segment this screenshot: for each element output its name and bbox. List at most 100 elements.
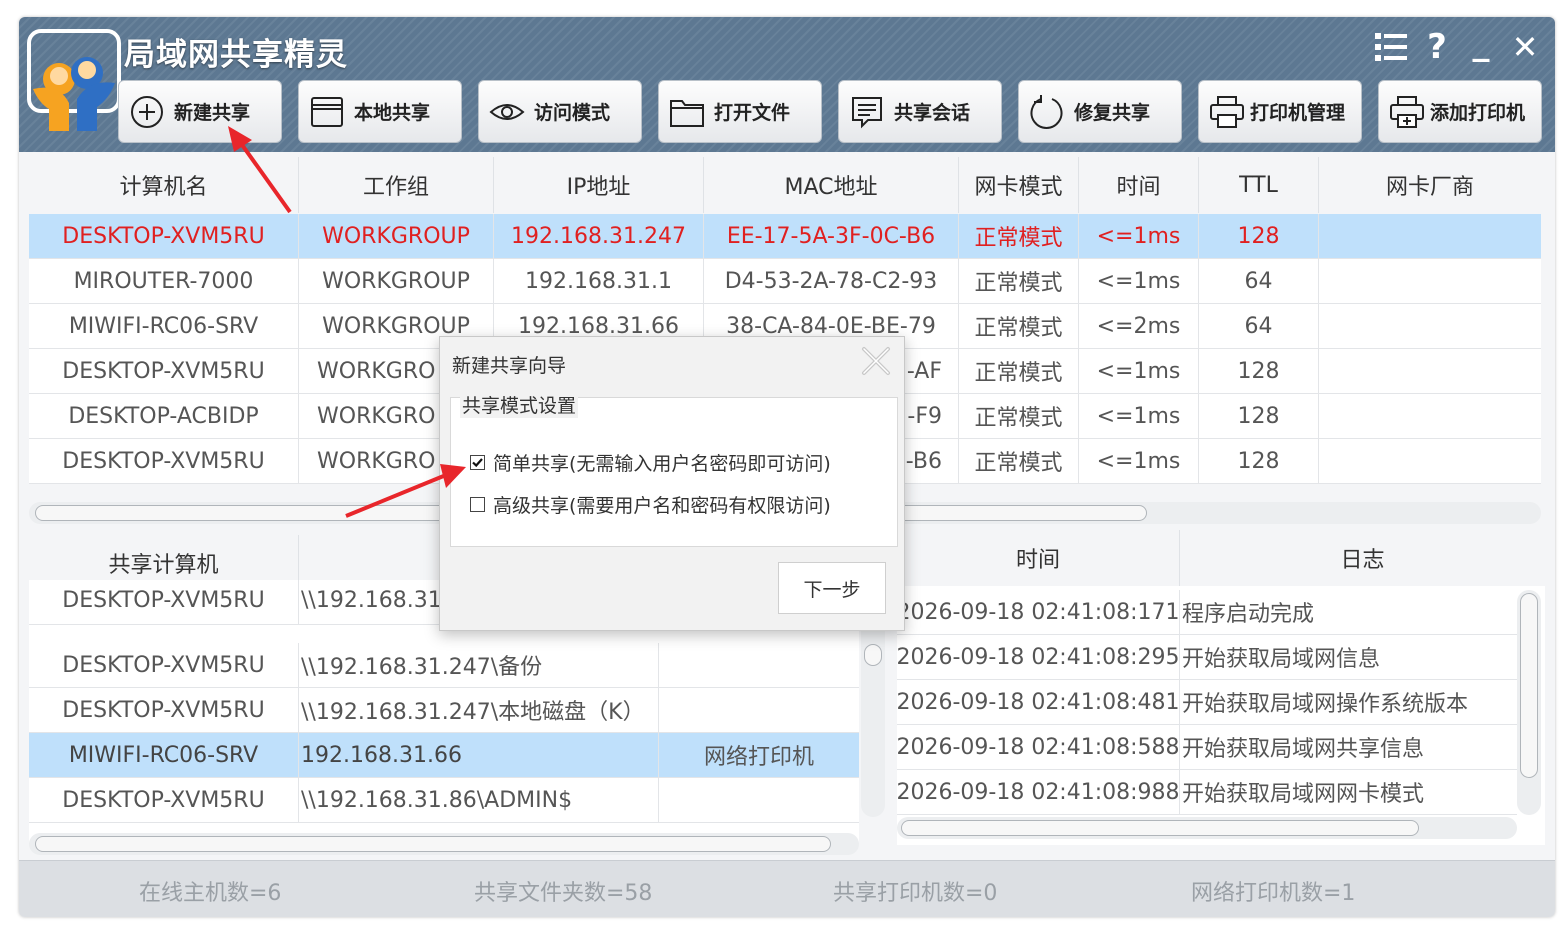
cell-mac: D4-53-2A-78-C2-93 [704,259,959,303]
cell-log-message: 程序启动完成 [1182,602,1315,627]
cell-time: <=1ms [1079,214,1199,258]
new-share-wizard-dialog: 新建共享向导 共享模式设置 简单共享(无需输入用户名密码即可访问) 高级共享(需… [439,336,905,631]
cell-computer-name: DESKTOP-XVM5RU [29,349,299,393]
close-button[interactable]: ✕ [1505,27,1545,67]
table-row[interactable]: DESKTOP-XVM5RU \\192.168.31.247\备份 [29,643,859,688]
cell-time: <=1ms [1079,394,1199,438]
printer-manage-button[interactable]: 打印机管理 [1198,80,1362,143]
hosts-table-header: 计算机名 工作组 IP地址 MAC地址 网卡模式 时间 TTL 网卡厂商 [29,157,1541,213]
advanced-share-label: 高级共享(需要用户名和密码有权限访问) [493,495,831,517]
cell-nic-mode: 正常模式 [959,304,1079,348]
shared-printers-count: 共享打印机数=0 [833,881,998,906]
table-row[interactable]: MIROUTER-7000 WORKGROUP 192.168.31.1 D4-… [29,259,1541,304]
add-printer-button[interactable]: 添加打印机 [1378,80,1542,143]
help-button[interactable]: ? [1417,27,1457,67]
col-header-nic-mode[interactable]: 网卡模式 [959,157,1079,213]
cell-share-computer: MIWIFI-RC06-SRV [29,733,299,777]
new-share-button[interactable]: 新建共享 [118,80,282,143]
cell-computer-name: MIWIFI-RC06-SRV [29,304,299,348]
network-printers-count: 网络打印机数=1 [1191,881,1356,906]
col-header-log-message[interactable]: 日志 [1180,530,1545,586]
cell-nic-mode: 正常模式 [959,439,1079,483]
log-vscroll-thumb[interactable] [1520,593,1538,778]
col-header-nic-vendor[interactable]: 网卡厂商 [1319,157,1541,213]
list-menu-icon[interactable] [1371,27,1411,67]
cell-share-path: \\192.168.31.247\本地磁盘（K） [299,688,659,732]
table-row[interactable]: DESKTOP-XVM5RU \\192.168.31.86\ADMIN$ [29,778,859,823]
advanced-share-option[interactable]: 高级共享(需要用户名和密码有权限访问) [470,491,831,518]
printer-manage-label: 打印机管理 [1250,102,1346,124]
log-table-header: 时间 日志 [897,530,1545,586]
cell-ttl: 128 [1199,394,1319,438]
cell-nic-vendor [1319,439,1541,483]
cell-share-type [659,778,859,822]
title-bar: 局域网共享精灵 ? _ ✕ 新建共享 本地共享 访问模式 打开文件 共享会话 修… [19,17,1555,152]
checkbox-checked-icon[interactable] [470,455,485,470]
col-header-mac[interactable]: MAC地址 [704,157,959,213]
cell-nic-vendor [1319,349,1541,393]
local-share-label: 本地共享 [354,102,431,124]
cell-log-time: 2026-09-18 02:41:08:588 [897,725,1180,769]
shares-vscroll-thumb[interactable] [864,644,882,666]
cell-log-time: 2026-09-18 02:41:08:171 [897,590,1180,634]
cell-nic-vendor [1319,304,1541,348]
cell-log-time: 2026-09-18 02:41:08:988 [897,770,1180,814]
cell-time: <=2ms [1079,304,1199,348]
log-scrollbar-thumb[interactable] [901,820,1419,836]
access-mode-button[interactable]: 访问模式 [478,80,642,143]
minimize-button[interactable]: _ [1461,23,1501,63]
cell-ttl: 64 [1199,259,1319,303]
share-mode-group-title: 共享模式设置 [460,391,579,418]
table-row[interactable]: 2026-09-18 02:41:08:588 开始获取局域网共享信息 [897,725,1517,770]
cell-computer-name: DESKTOP-XVM5RU [29,439,299,483]
cell-log-message: 开始获取局域网共享信息 [1182,737,1425,762]
close-icon[interactable] [858,343,894,379]
eye-icon [489,103,525,120]
open-file-button[interactable]: 打开文件 [658,80,822,143]
cell-log-message: 开始获取局域网网卡模式 [1182,782,1425,807]
repair-share-button[interactable]: 修复共享 [1018,80,1182,143]
local-share-button[interactable]: 本地共享 [298,80,462,143]
next-step-button[interactable]: 下一步 [778,562,886,614]
simple-share-label: 简单共享(无需输入用户名密码即可访问) [493,453,831,475]
printer-icon [1210,95,1244,128]
cell-ip: 192.168.31.247 [494,214,704,258]
table-row[interactable]: DESKTOP-XVM5RU \\192.168.31.247\本地磁盘（K） [29,688,859,733]
cell-time: <=1ms [1079,349,1199,393]
share-session-button[interactable]: 共享会话 [838,80,1002,143]
col-header-computer-name[interactable]: 计算机名 [29,157,299,213]
col-header-ip[interactable]: IP地址 [494,157,704,213]
col-header-ttl[interactable]: TTL [1199,157,1319,213]
cell-nic-mode: 正常模式 [959,214,1079,258]
open-file-label: 打开文件 [714,102,791,124]
shares-scrollbar-thumb[interactable] [35,836,831,852]
app-title: 局域网共享精灵 [124,37,348,73]
checkbox-unchecked-icon[interactable] [470,497,485,512]
col-header-log-time[interactable]: 时间 [897,530,1180,586]
simple-share-option[interactable]: 简单共享(无需输入用户名密码即可访问) [470,449,831,476]
cell-computer-name: DESKTOP-XVM5RU [29,214,299,258]
table-row[interactable]: 2026-09-18 02:41:08:481 开始获取局域网操作系统版本 [897,680,1517,725]
cell-nic-vendor [1319,214,1541,258]
shares-horizontal-scrollbar[interactable] [29,833,859,855]
log-vertical-scrollbar[interactable] [1517,590,1541,815]
col-header-time[interactable]: 时间 [1079,157,1199,213]
log-table: 时间 日志 2026-09-18 02:41:08:171 程序启动完成 202… [897,530,1545,845]
dialog-title: 新建共享向导 [452,355,567,377]
cell-computer-name: MIROUTER-7000 [29,259,299,303]
new-share-label: 新建共享 [174,102,251,124]
cell-ttl: 128 [1199,214,1319,258]
table-row[interactable]: DESKTOP-XVM5RU WORKGROUP 192.168.31.247 … [29,214,1541,259]
table-row[interactable]: MIWIFI-RC06-SRV 192.168.31.66 网络打印机 [29,733,859,778]
table-row[interactable]: 2026-09-18 02:41:08:988 开始获取局域网网卡模式 [897,770,1517,815]
log-horizontal-scrollbar[interactable] [897,817,1517,839]
cell-nic-vendor [1319,394,1541,438]
table-row[interactable]: 2026-09-18 02:41:08:171 程序启动完成 [897,590,1517,635]
cell-share-path: \\192.168.31.86\ADMIN$ [299,778,659,822]
cell-workgroup: WORKGROUP [299,214,494,258]
printer-add-icon [1390,95,1424,128]
col-header-workgroup[interactable]: 工作组 [299,157,494,213]
cell-mac: EE-17-5A-3F-0C-B6 [704,214,959,258]
cell-nic-mode: 正常模式 [959,259,1079,303]
table-row[interactable]: 2026-09-18 02:41:08:295 开始获取局域网信息 [897,635,1517,680]
